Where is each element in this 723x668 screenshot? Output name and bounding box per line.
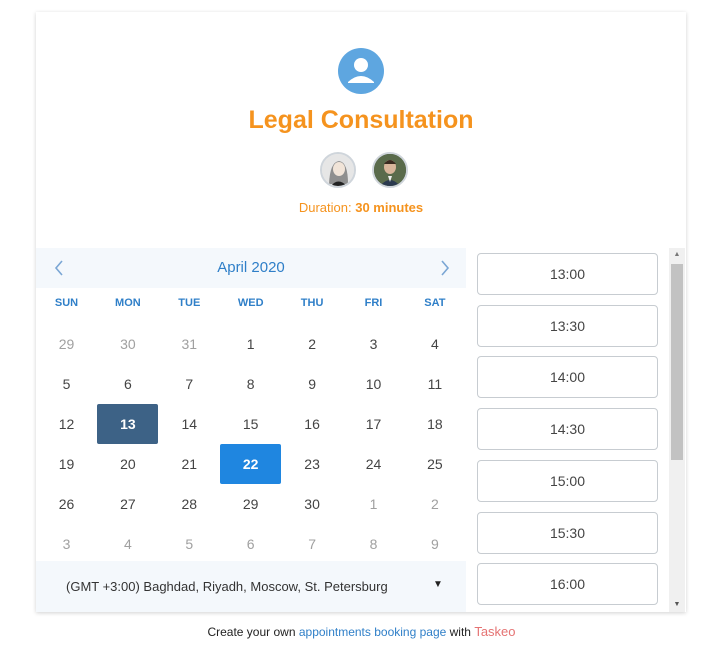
calendar-day[interactable]: 30 <box>282 484 343 524</box>
calendar-day[interactable]: 1 <box>220 324 281 364</box>
time-slot-button[interactable]: 15:30 <box>477 511 658 554</box>
calendar-day: 3 <box>62 536 71 552</box>
weekday-label: THU <box>300 297 324 309</box>
calendar-day[interactable]: 8 <box>220 364 281 404</box>
footer: Create your own appointments booking pag… <box>0 624 723 639</box>
user-circle-icon <box>338 48 384 94</box>
calendar-day[interactable]: 28 <box>159 484 220 524</box>
taskeo-link[interactable]: Taskeo <box>474 624 515 639</box>
weekday-label: TUE <box>178 297 201 309</box>
calendar-day[interactable]: 4 <box>404 324 465 364</box>
calendar-day[interactable]: 27 <box>97 484 158 524</box>
host-avatar-2 <box>372 152 408 188</box>
time-slot-button[interactable]: 13:00 <box>477 253 658 295</box>
calendar-day: 30 <box>120 336 136 352</box>
duration-label: Duration: <box>298 200 352 215</box>
weekday-row: SUN MON TUE WED THU FRI SAT <box>36 294 466 314</box>
calendar-header: April 2020 <box>36 248 466 288</box>
time-slot-button[interactable]: 14:30 <box>477 408 658 451</box>
calendar-day[interactable]: 25 <box>404 444 465 484</box>
footer-prefix: Create your own <box>207 625 296 639</box>
duration-value: 30 minutes <box>355 200 424 215</box>
weekday-label: SUN <box>54 297 79 309</box>
calendar-day[interactable]: 24 <box>343 444 404 484</box>
duration-text: Duration: 30 minutes <box>36 200 686 215</box>
calendar-day[interactable]: 12 <box>36 404 97 444</box>
timezone-value: (GMT +3:00) Baghdad, Riyadh, Moscow, St.… <box>66 579 388 594</box>
booking-header: Legal Consultation Duration: 30 minutes <box>36 12 686 248</box>
calendar-day: 29 <box>58 336 75 352</box>
calendar-day[interactable]: 13 <box>97 404 159 444</box>
scroll-up-icon[interactable]: ▲ <box>669 248 685 262</box>
calendar-day[interactable]: 23 <box>282 444 343 484</box>
calendar-day: 1 <box>369 496 378 512</box>
calendar-day[interactable]: 2 <box>282 324 343 364</box>
calendar-day: 2 <box>430 496 439 512</box>
calendar-day[interactable]: 22 <box>220 444 282 484</box>
calendar-day[interactable]: 3 <box>343 324 404 364</box>
calendar-day[interactable]: 14 <box>159 404 220 444</box>
calendar-day[interactable]: 10 <box>343 364 404 404</box>
calendar-day: 6 <box>246 536 255 552</box>
calendar-day: 31 <box>181 336 198 352</box>
calendar: April 2020 SUN MON TUE WED THU FRI SAT 29 30 31 1… <box>36 248 466 612</box>
host-avatar-1 <box>320 152 356 188</box>
calendar-day: 8 <box>369 536 378 552</box>
calendar-day[interactable]: 11 <box>404 364 465 404</box>
page-title: Legal Consultation <box>248 106 474 134</box>
weekday-label: SAT <box>424 297 446 309</box>
host-photo-1 <box>322 154 354 186</box>
time-slot-button[interactable]: 16:00 <box>477 563 658 606</box>
calendar-day: 4 <box>123 536 132 552</box>
time-slot-button[interactable]: 15:00 <box>477 459 658 502</box>
calendar-day[interactable]: 16 <box>282 404 343 444</box>
calendar-day[interactable]: 15 <box>220 404 281 444</box>
footer-with: with <box>449 625 471 639</box>
weekday-label: WED <box>237 297 264 309</box>
weekday-label: MON <box>115 297 141 309</box>
calendar-day[interactable]: 19 <box>36 444 97 484</box>
calendar-day[interactable]: 5 <box>36 364 97 404</box>
calendar-day: 5 <box>185 536 194 552</box>
slots-scrollbar[interactable]: ▲ ▼ <box>669 248 685 612</box>
calendar-day[interactable]: 7 <box>159 364 220 404</box>
calendar-day[interactable]: 26 <box>36 484 97 524</box>
calendar-day[interactable]: 20 <box>97 444 158 484</box>
host-avatars <box>320 152 410 188</box>
calendar-day[interactable]: 9 <box>282 364 343 404</box>
scroll-down-icon[interactable]: ▼ <box>669 598 685 612</box>
timezone-select[interactable]: (GMT +3:00) Baghdad, Riyadh, Moscow, St.… <box>36 561 466 612</box>
time-slot-list: 13:00 13:30 14:00 14:30 15:00 15:30 16:00 <box>466 248 686 612</box>
host-photo-2 <box>374 154 406 186</box>
booking-card: Legal Consultation Duration: 30 minutes … <box>36 12 686 612</box>
calendar-day: 7 <box>308 536 316 552</box>
time-slot-button[interactable]: 13:30 <box>477 304 658 347</box>
calendar-day[interactable]: 21 <box>159 444 220 484</box>
scroll-thumb[interactable] <box>671 264 683 460</box>
caret-down-icon: ▼ <box>433 579 443 590</box>
calendar-day[interactable]: 29 <box>220 484 281 524</box>
chevron-right-icon[interactable] <box>432 256 456 280</box>
calendar-day[interactable]: 17 <box>343 404 404 444</box>
booking-page-link[interactable]: appointments booking page <box>299 625 446 639</box>
weekday-label: FRI <box>364 297 383 309</box>
calendar-day[interactable]: 18 <box>404 404 465 444</box>
calendar-day[interactable]: 6 <box>97 364 158 404</box>
calendar-day: 9 <box>430 536 439 552</box>
month-label: April 2020 <box>217 259 285 276</box>
time-slot-button[interactable]: 14:00 <box>477 356 658 399</box>
